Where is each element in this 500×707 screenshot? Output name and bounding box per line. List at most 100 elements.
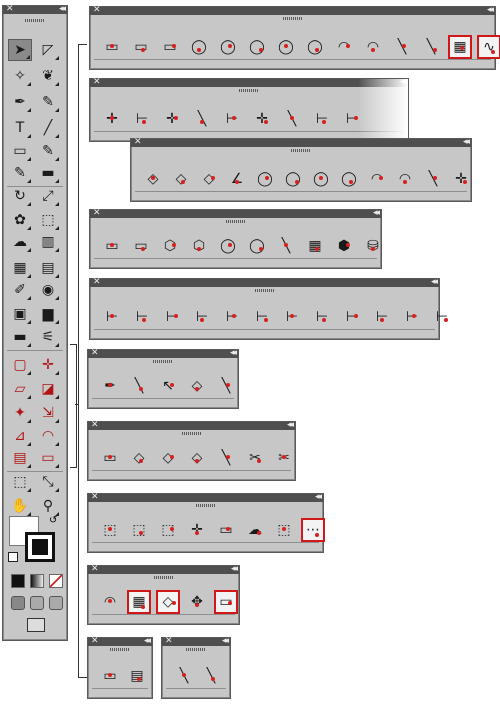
- iso-dim-7-icon[interactable]: ⊢: [280, 305, 304, 329]
- grip[interactable]: [254, 289, 275, 292]
- grip[interactable]: [181, 432, 202, 435]
- eye-ellipse-icon[interactable]: ◯: [274, 35, 298, 59]
- collapse-icon[interactable]: ◂◂: [231, 563, 238, 575]
- trim-icon[interactable]: ✂: [243, 446, 267, 470]
- move-icon[interactable]: ✥: [185, 590, 209, 614]
- circle-dot-icon[interactable]: ◯: [245, 35, 269, 59]
- crosshair-icon[interactable]: ✛: [100, 107, 124, 131]
- eyedropper-icon[interactable]: ✐: [8, 279, 32, 301]
- artboard-icon[interactable]: ▬: [8, 326, 32, 348]
- grip[interactable]: [282, 17, 303, 20]
- slice-icon[interactable]: ⚟: [36, 326, 60, 348]
- close-icon[interactable]: ✕: [93, 276, 101, 288]
- pen-icon[interactable]: ✒: [8, 91, 32, 113]
- diagonal-n-icon[interactable]: ◇: [141, 167, 165, 191]
- rotate-icon[interactable]: ↻: [8, 185, 32, 207]
- table-icon[interactable]: ▤: [125, 664, 149, 688]
- column-graph-icon[interactable]: ▥: [36, 231, 60, 253]
- circle-icon[interactable]: ◯: [187, 35, 211, 59]
- mesh-icon[interactable]: ▦: [8, 257, 32, 279]
- iso-dim-6-icon[interactable]: ⊢: [250, 305, 274, 329]
- iso-dim-11-icon[interactable]: ⊢: [400, 305, 424, 329]
- zoom-icon[interactable]: ⚲: [36, 495, 60, 517]
- text-frame-icon[interactable]: ▭: [214, 590, 238, 614]
- break-line-icon[interactable]: ╲: [214, 374, 238, 398]
- select-point-icon[interactable]: ↖: [156, 374, 180, 398]
- plugin-pen-icon[interactable]: ✦: [8, 402, 32, 424]
- frame-icon[interactable]: ▭: [98, 664, 122, 688]
- iso-line-icon[interactable]: ╲: [274, 234, 298, 258]
- smooth-corner-icon[interactable]: ◇: [185, 374, 209, 398]
- direct-select-icon[interactable]: ▭: [98, 446, 122, 470]
- artboard-tool-icon[interactable]: ⬚: [8, 471, 32, 493]
- plugin-dash-icon[interactable]: ▭: [36, 447, 60, 469]
- arc-length-icon[interactable]: ◠: [365, 167, 389, 191]
- none-mode-icon[interactable]: [49, 574, 63, 588]
- dimension-center-icon[interactable]: ✛: [160, 107, 184, 131]
- circle-center-icon[interactable]: ◯: [216, 35, 240, 59]
- collapse-icon[interactable]: ◂◂: [222, 635, 229, 647]
- break-icon[interactable]: ✂: [272, 446, 296, 470]
- panel-titlebar[interactable]: ✕ ◂◂: [88, 636, 152, 646]
- iso-dim-2-icon[interactable]: ⊢: [130, 305, 154, 329]
- iso-rect-icon[interactable]: ▭: [100, 234, 124, 258]
- collapse-icon[interactable]: ◂◂: [487, 4, 494, 16]
- close-icon[interactable]: ✕: [91, 347, 99, 359]
- line-segment-icon[interactable]: ╱: [36, 117, 60, 139]
- corner-round-2-icon[interactable]: ◇: [185, 446, 209, 470]
- label-a-icon[interactable]: ⬚: [98, 518, 122, 542]
- tangent-line-icon[interactable]: ╲: [419, 35, 443, 59]
- dimension-vertical-icon[interactable]: ⊢: [220, 107, 244, 131]
- arc-offset-icon[interactable]: ◠: [98, 590, 122, 614]
- label-c-icon[interactable]: ⬚: [156, 518, 180, 542]
- iso-dim-5-icon[interactable]: ⊢: [220, 305, 244, 329]
- grip[interactable]: [195, 504, 216, 507]
- close-icon[interactable]: ✕: [165, 635, 173, 647]
- pen-line-icon[interactable]: ╲: [127, 374, 151, 398]
- grip[interactable]: [291, 149, 311, 152]
- collapse-icon[interactable]: ◂◂: [230, 347, 237, 359]
- panel-titlebar[interactable]: ✕ ◂◂: [88, 420, 295, 430]
- iso-grid-icon[interactable]: ▦: [303, 234, 327, 258]
- rectangle-icon[interactable]: ▭: [8, 140, 32, 162]
- grip[interactable]: [25, 19, 45, 22]
- stroke-swatch[interactable]: [25, 532, 55, 562]
- draw-normal-icon[interactable]: [11, 596, 25, 610]
- bar-graph-icon[interactable]: ▆: [36, 303, 60, 325]
- grip[interactable]: [225, 220, 246, 223]
- paintbrush-icon[interactable]: ✎: [36, 140, 60, 162]
- default-colors-icon[interactable]: [8, 552, 18, 562]
- dimension-horizontal-icon[interactable]: ⊢: [130, 107, 154, 131]
- iso-dim-8-icon[interactable]: ⊢: [310, 305, 334, 329]
- corner-label-icon[interactable]: ⬚: [272, 518, 296, 542]
- grip[interactable]: [110, 648, 130, 651]
- selection-tool-icon[interactable]: ➤: [8, 39, 32, 61]
- plugin-rect-icon[interactable]: ▢: [8, 354, 32, 376]
- slice-tool-icon[interactable]: ⤡: [36, 471, 60, 493]
- corner-chamfer-icon[interactable]: ◇: [156, 446, 180, 470]
- dot-grid-icon[interactable]: ▦: [127, 590, 151, 614]
- grip[interactable]: [153, 360, 173, 363]
- grip[interactable]: [186, 648, 206, 651]
- color-mode-icon[interactable]: [11, 574, 25, 588]
- panel-titlebar[interactable]: ✕ ◂◂: [88, 563, 239, 575]
- center-mark-icon[interactable]: ✛: [449, 167, 473, 191]
- symbol-sprayer-icon[interactable]: ☁: [8, 231, 32, 253]
- panel-titlebar[interactable]: ✕ ◂◂: [90, 276, 439, 288]
- panel-titlebar[interactable]: ✕ ◂◂: [88, 492, 323, 502]
- line-icon[interactable]: ╲: [390, 35, 414, 59]
- hand-icon[interactable]: ✋: [8, 495, 32, 517]
- diameter-icon[interactable]: ◯: [281, 167, 305, 191]
- draw-inside-icon[interactable]: [49, 596, 63, 610]
- wave-icon[interactable]: ∿: [477, 35, 500, 59]
- panel-titlebar[interactable]: ✕ ◂◂: [162, 635, 230, 647]
- tools-panel-titlebar[interactable]: ✕ ◂◂: [3, 4, 67, 14]
- symbol-icon[interactable]: ▣: [8, 303, 32, 325]
- grip[interactable]: [239, 89, 259, 92]
- pen-plus-icon[interactable]: ✒: [98, 374, 122, 398]
- plugin-dim-icon[interactable]: ◪: [36, 378, 60, 400]
- direct-select-icon[interactable]: ◸: [36, 39, 60, 61]
- close-icon[interactable]: ✕: [93, 4, 101, 16]
- collapse-icon[interactable]: ◂◂: [373, 207, 380, 219]
- lasso-icon[interactable]: ❦: [36, 65, 60, 87]
